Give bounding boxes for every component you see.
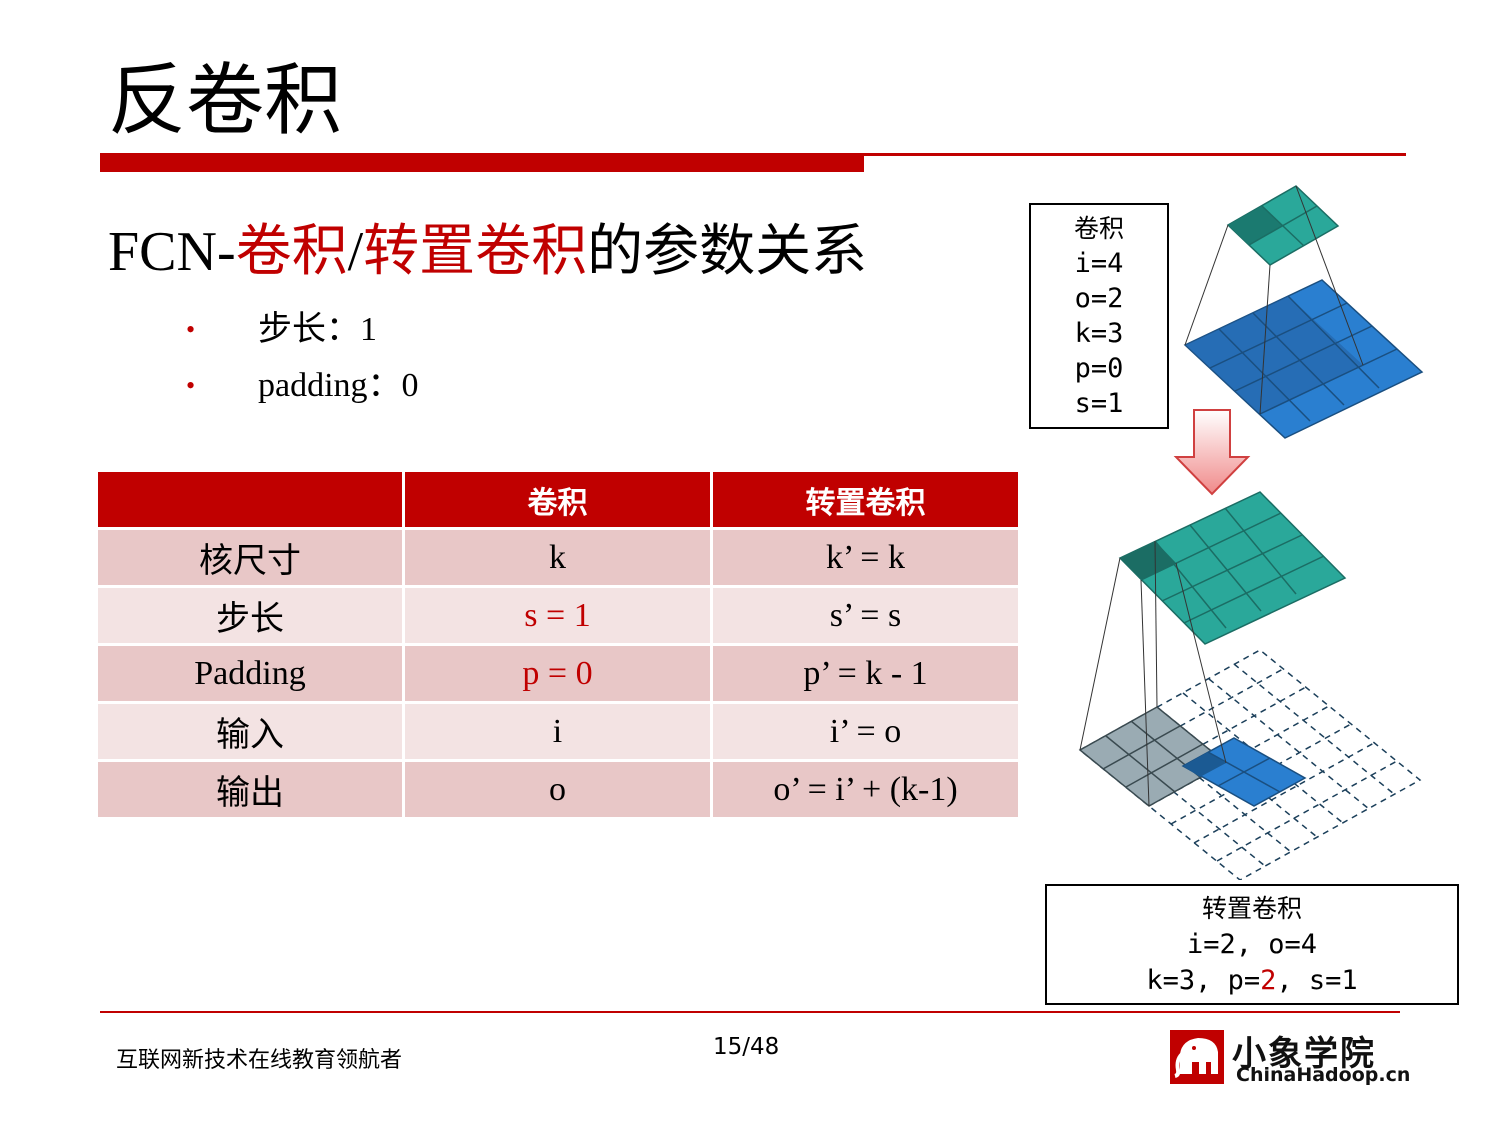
logo-text-en: ChinaHadoop.cn <box>1236 1064 1411 1086</box>
tconv-value: s’ = s <box>710 585 1021 646</box>
tconv-param-part: k=3, p= <box>1146 965 1261 996</box>
table-header-tconv: 转置卷积 <box>710 469 1021 530</box>
tconv-params-title: 转置卷积 <box>1201 894 1302 923</box>
conv-params-box: 卷积 i=4 o=2 k=3 p=0 s=1 <box>1029 203 1169 429</box>
conv-value: o <box>402 759 713 820</box>
table-header-conv: 卷积 <box>402 469 713 530</box>
elephant-logo-icon <box>1170 1030 1224 1084</box>
conv-param: o=2 <box>1074 283 1124 314</box>
tconv-padding-value: 2 <box>1260 965 1277 996</box>
page-number: 15/48 <box>713 1034 780 1060</box>
tconv-value: k’ = k <box>710 527 1021 588</box>
table-row: 输入 i i’ = o <box>95 701 1021 762</box>
conv-param: k=3 <box>1074 318 1124 349</box>
conv-param: s=1 <box>1074 388 1124 419</box>
title-underline-thick <box>100 153 864 172</box>
tconv-param-line1: i=2, o=4 <box>1186 929 1318 960</box>
row-label: 输出 <box>95 759 405 820</box>
footer-divider <box>100 1011 1400 1013</box>
subtitle-slash: / <box>347 221 364 283</box>
subtitle-conv: 卷积 <box>235 221 348 283</box>
bullet-dot: • <box>186 371 196 400</box>
conv-param: i=4 <box>1074 248 1124 279</box>
row-label: 步长 <box>95 585 405 646</box>
bullet-text: 步长：1 <box>258 311 377 348</box>
conv-value: k <box>402 527 713 588</box>
tconv-value: o’ = i’ + (k-1) <box>710 759 1021 820</box>
table-row: Padding p = 0 p’ = k - 1 <box>95 643 1021 704</box>
tconv-output-grid <box>1118 491 1347 645</box>
conv-params-title: 卷积 <box>1073 214 1124 243</box>
tconv-param-part: , s=1 <box>1276 965 1358 996</box>
footer-slogan: 互联网新技术在线教育领航者 <box>116 1048 403 1073</box>
tconv-params-box: 转置卷积 i=2, o=4 k=3, p=2, s=1 <box>1045 884 1459 1005</box>
table-header-row: 卷积 转置卷积 <box>95 469 1021 530</box>
table-row: 输出 o o’ = i’ + (k-1) <box>95 759 1021 820</box>
slide-title: 反卷积 <box>108 56 343 146</box>
down-arrow-icon <box>1173 409 1251 496</box>
conv-param: p=0 <box>1074 353 1124 384</box>
table-row: 步长 s = 1 s’ = s <box>95 585 1021 646</box>
table-header-blank <box>95 469 405 530</box>
subtitle-prefix: FCN- <box>108 221 236 283</box>
row-label: Padding <box>95 643 405 704</box>
table-row: 核尺寸 k k’ = k <box>95 527 1021 588</box>
parameter-table: 卷积 转置卷积 核尺寸 k k’ = k 步长 s = 1 s’ = s Pad… <box>95 469 1021 820</box>
subtitle: FCN-卷积/转置卷积的参数关系 <box>108 221 868 284</box>
tconv-value: p’ = k - 1 <box>710 643 1021 704</box>
tconv-param-line2: k=3, p=2, s=1 <box>1047 963 1457 999</box>
subtitle-suffix: 的参数关系 <box>587 221 868 283</box>
subtitle-tconv: 转置卷积 <box>363 221 588 283</box>
conv-value: i <box>402 701 713 762</box>
row-label: 输入 <box>95 701 405 762</box>
bullet-text: padding：0 <box>258 367 419 404</box>
bullet-dot: • <box>186 315 196 344</box>
row-label: 核尺寸 <box>95 527 405 588</box>
conv-value: s = 1 <box>402 585 713 646</box>
conv-value: p = 0 <box>402 643 713 704</box>
title-underline-thin <box>864 153 1406 156</box>
tconv-value: i’ = o <box>710 701 1021 762</box>
